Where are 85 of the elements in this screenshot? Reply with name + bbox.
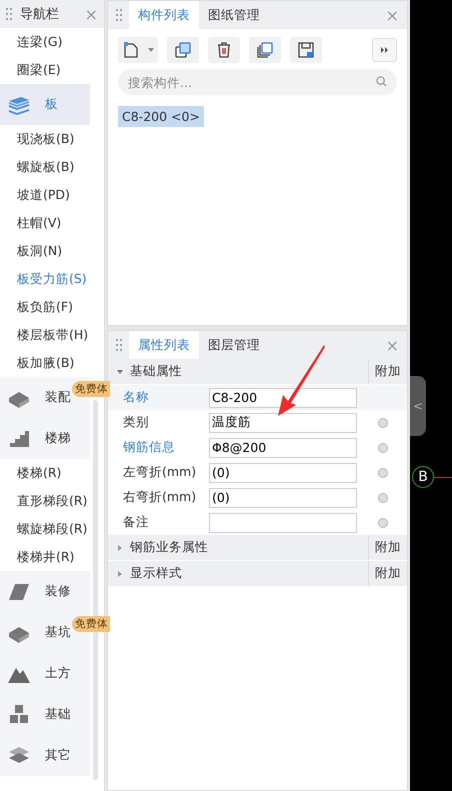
nav-item[interactable]: 坡道(PD) <box>0 181 90 209</box>
section-header[interactable]: 显示样式 <box>108 561 368 586</box>
attach-checkbox[interactable] <box>378 492 388 502</box>
search-icon[interactable] <box>376 76 387 87</box>
section-title: 显示样式 <box>130 565 182 582</box>
search-field[interactable]: 搜索构件... <box>118 69 397 95</box>
property-label: 右弯折(mm) <box>122 489 198 506</box>
nav-item[interactable]: 柱帽(V) <box>0 209 90 237</box>
category-item[interactable]: 土方 <box>0 653 90 694</box>
tab[interactable]: 图层管理 <box>199 331 269 359</box>
collapse-icon <box>117 368 123 374</box>
attach-checkbox[interactable] <box>378 418 388 428</box>
more-button[interactable] <box>372 38 397 62</box>
layers-copy-icon <box>256 41 274 59</box>
property-label: 左弯折(mm) <box>122 464 198 481</box>
category-label: 土方 <box>45 665 71 682</box>
copy-icon <box>174 41 192 59</box>
drag-handle-icon[interactable] <box>116 9 122 21</box>
copy-button[interactable] <box>167 37 199 63</box>
property-label: 名称 <box>122 389 150 406</box>
nav-item[interactable]: 板负筋(F) <box>0 293 90 321</box>
tab[interactable]: 构件列表 <box>129 1 199 29</box>
save-icon <box>297 41 315 59</box>
category-label: 装配 <box>45 389 71 406</box>
value-field[interactable]: (0) <box>209 462 357 482</box>
attach-checkbox[interactable] <box>378 468 388 478</box>
category-label: 楼梯 <box>45 430 71 447</box>
value-field[interactable]: (0) <box>209 488 357 508</box>
column-header: 附加 <box>368 535 407 560</box>
section-header[interactable]: 钢筋业务属性 <box>108 535 368 560</box>
axis-line <box>434 476 452 478</box>
caret-icon[interactable] <box>148 48 154 52</box>
category-item[interactable]: 其它 <box>0 735 90 776</box>
nav-item[interactable]: 现浇板(B) <box>0 125 90 153</box>
section-header[interactable]: 基础属性 <box>108 359 368 384</box>
tab[interactable]: 图纸管理 <box>199 1 269 29</box>
trial-badge: 免费体 <box>72 381 110 397</box>
value-field[interactable]: C8-200 <box>209 388 357 408</box>
value-field[interactable]: Φ8@200 <box>209 438 357 458</box>
category-label: 板 <box>45 96 58 113</box>
section-title: 基础属性 <box>130 363 182 380</box>
category-label: 基础 <box>45 706 71 723</box>
new-document-icon <box>122 41 140 59</box>
category-label: 装修 <box>45 583 71 600</box>
expand-icon <box>117 544 123 550</box>
category-item[interactable]: 楼梯 <box>0 418 90 459</box>
nav-item[interactable]: 圈梁(E) <box>0 56 90 84</box>
nav-item[interactable]: 板洞(N) <box>0 237 90 265</box>
save-button[interactable] <box>290 37 322 63</box>
trash-icon <box>215 41 233 59</box>
delete-button[interactable] <box>208 37 240 63</box>
tab[interactable]: 属性列表 <box>129 331 199 359</box>
duplicate-button[interactable] <box>249 37 281 63</box>
double-arrow-icon <box>380 47 388 53</box>
component-item[interactable]: C8-200 <0> <box>118 106 204 127</box>
axis-marker: B <box>412 466 434 488</box>
drag-handle-icon[interactable] <box>116 339 122 351</box>
category-label: 基坑 <box>45 624 71 641</box>
attach-checkbox[interactable] <box>378 518 388 528</box>
panel-title: 导航栏 <box>20 6 60 23</box>
nav-item[interactable]: 楼层板带(H) <box>0 321 90 349</box>
property-label: 钢筋信息 <box>122 439 176 456</box>
new-button[interactable] <box>118 37 158 63</box>
nav-item[interactable]: 板受力筋(S) <box>0 265 90 293</box>
drag-handle-icon[interactable] <box>6 8 12 20</box>
property-label: 类别 <box>122 414 150 431</box>
nav-item[interactable]: 螺旋板(B) <box>0 153 90 181</box>
value-field[interactable]: 温度筋 <box>209 412 357 432</box>
nav-item[interactable]: 板加腋(B) <box>0 349 90 377</box>
nav-item[interactable]: 楼梯井(R) <box>0 543 90 571</box>
category-item[interactable]: 装修 <box>0 571 90 612</box>
nav-item[interactable]: 螺旋梯段(R) <box>0 515 90 543</box>
nav-item[interactable]: 连梁(G) <box>0 28 90 56</box>
column-header: 附加 <box>368 561 407 586</box>
nav-item[interactable]: 直形梯段(R) <box>0 487 90 515</box>
property-label: 备注 <box>122 514 150 531</box>
column-header: 附加 <box>368 359 407 384</box>
trial-badge: 免费体 <box>72 616 110 632</box>
section-title: 钢筋业务属性 <box>130 539 208 556</box>
category-item[interactable]: 基础 <box>0 694 90 735</box>
category-label: 其它 <box>45 747 71 764</box>
nav-item[interactable]: 楼梯(R) <box>0 459 90 487</box>
attach-checkbox[interactable] <box>378 442 388 452</box>
expand-icon <box>117 570 123 576</box>
value-field[interactable] <box>209 512 357 532</box>
